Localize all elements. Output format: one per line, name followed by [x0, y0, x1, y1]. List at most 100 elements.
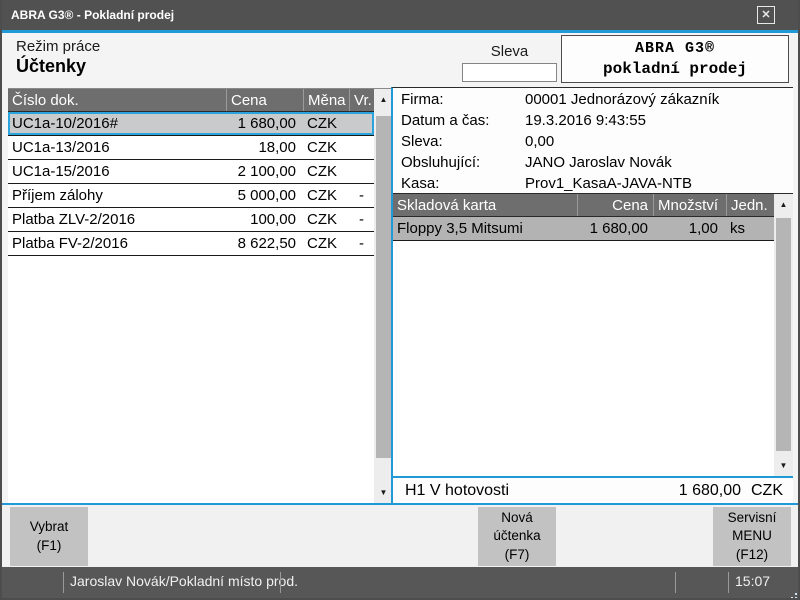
col-header-mena[interactable]: Měna	[303, 89, 349, 111]
kasa-label: Kasa:	[401, 173, 525, 194]
service-menu-button-label1: Servisní	[728, 509, 777, 527]
sleva-value: 0,00	[525, 131, 554, 152]
work-mode-block: Režim práce Účtenky	[16, 38, 100, 77]
col-header-mnozstvi[interactable]: Množství	[653, 194, 726, 216]
doc-currency-cell: CZK	[303, 136, 349, 159]
service-menu-button-label2: MENU	[732, 527, 772, 545]
total-currency: CZK	[741, 482, 793, 500]
item-row-selected[interactable]: Floppy 3,5 Mitsumi 1 680,00 1,00 ks	[393, 217, 774, 241]
main-area: Číslo dok. Cena Měna Vr. UC1a-10/2016# 1…	[2, 86, 798, 505]
items-table-header: Skladová karta Cena Množství Jedn.	[393, 194, 793, 217]
scrollbar-thumb[interactable]	[376, 116, 391, 458]
doc-currency-cell: CZK	[303, 184, 349, 207]
service-menu-button[interactable]: Servisní MENU (F12)	[713, 507, 791, 566]
new-receipt-button-label: Nová účtenka	[478, 509, 556, 545]
info-row-firma: Firma: 00001 Jednorázový zákazník	[401, 89, 793, 110]
doc-price-cell: 5 000,00	[226, 184, 303, 207]
doc-vr-cell	[349, 112, 374, 135]
info-row-kasa: Kasa: Prov1_KasaA-JAVA-NTB	[401, 173, 793, 194]
resize-grip-icon[interactable]	[791, 589, 793, 591]
discount-input[interactable]	[462, 63, 557, 82]
doc-currency-cell: CZK	[303, 208, 349, 231]
items-scrollbar[interactable]: ▲ ▼	[774, 194, 793, 476]
app-window: ABRA G3® - Pokladní prodej ✕ Režim práce…	[0, 0, 800, 600]
select-button-fkey: (F1)	[37, 537, 62, 555]
firma-value: 00001 Jednorázový zákazník	[525, 89, 719, 110]
doc-price-cell: 18,00	[226, 136, 303, 159]
new-receipt-button-fkey: (F7)	[505, 546, 530, 564]
status-user-workplace: Jaroslav Novák/Pokladní místo prod.	[70, 573, 298, 589]
col-header-jedn[interactable]: Jedn.	[726, 194, 774, 216]
doc-currency-cell: CZK	[303, 160, 349, 183]
select-button-label: Vybrat	[30, 518, 69, 536]
datum-label: Datum a čas:	[401, 110, 525, 131]
doc-vr-cell: -	[349, 232, 374, 255]
doc-currency-cell: CZK	[303, 232, 349, 255]
doc-price-cell: 2 100,00	[226, 160, 303, 183]
info-row-obsluhujici: Obsluhující: JANO Jaroslav Novák	[401, 152, 793, 173]
app-logo: ABRA G3® pokladní prodej	[561, 35, 789, 83]
table-row-selected[interactable]: UC1a-10/2016# 1 680,00 CZK	[8, 112, 374, 136]
table-row[interactable]: UC1a-15/2016 2 100,00 CZK	[8, 160, 374, 184]
doc-number-cell: Příjem zálohy	[8, 184, 226, 207]
total-amount: 1 680,00	[679, 482, 741, 500]
doc-number-cell: UC1a-15/2016	[8, 160, 226, 183]
table-row[interactable]: Platba FV-2/2016 8 622,50 CZK -	[8, 232, 374, 256]
col-header-cislo-dok[interactable]: Číslo dok.	[8, 89, 226, 111]
obsluhujici-value: JANO Jaroslav Novák	[525, 152, 672, 173]
doc-vr-cell: -	[349, 208, 374, 231]
title-bar: ABRA G3® - Pokladní prodej ✕	[2, 0, 798, 30]
header-area: Režim práce Účtenky Sleva ABRA G3® pokla…	[2, 33, 798, 86]
doc-number-cell: Platba ZLV-2/2016	[8, 208, 226, 231]
doc-price-cell: 100,00	[226, 208, 303, 231]
scrollbar-thumb[interactable]	[776, 218, 791, 451]
doc-vr-cell	[349, 136, 374, 159]
receipt-detail-panel: Firma: 00001 Jednorázový zákazník Datum …	[391, 87, 793, 503]
table-row[interactable]: Platba ZLV-2/2016 100,00 CZK -	[8, 208, 374, 232]
window-title: ABRA G3® - Pokladní prodej	[11, 8, 174, 22]
work-mode-label: Režim práce	[16, 38, 100, 55]
receipt-info-section: Firma: 00001 Jednorázový zákazník Datum …	[393, 88, 793, 193]
status-bar: Jaroslav Novák/Pokladní místo prod. 15:0…	[2, 567, 798, 598]
col-header-cena[interactable]: Cena	[226, 89, 303, 111]
new-receipt-button[interactable]: Nová účtenka (F7)	[478, 507, 556, 566]
doc-price-cell: 8 622,50	[226, 232, 303, 255]
close-icon[interactable]: ✕	[757, 6, 775, 24]
status-clock: 15:07	[735, 573, 770, 589]
discount-label: Sleva	[462, 43, 557, 60]
status-separator	[63, 572, 64, 593]
col-header-vr[interactable]: Vr.	[349, 89, 374, 111]
logo-line-2: pokladní prodej	[562, 60, 788, 78]
sleva-label: Sleva:	[401, 131, 525, 152]
table-row[interactable]: UC1a-13/2016 18,00 CZK	[8, 136, 374, 160]
payment-method-label: H1 V hotovosti	[393, 482, 679, 500]
doc-currency-cell: CZK	[303, 112, 349, 135]
doc-number-cell: UC1a-13/2016	[8, 136, 226, 159]
doc-price-cell: 1 680,00	[226, 112, 303, 135]
items-table: Skladová karta Cena Množství Jedn. Flopp…	[393, 193, 793, 476]
service-menu-button-fkey: (F12)	[736, 546, 768, 564]
documents-table-header: Číslo dok. Cena Měna Vr.	[8, 89, 393, 112]
datum-value: 19.3.2016 9:43:55	[525, 110, 646, 131]
doc-vr-cell: -	[349, 184, 374, 207]
col-header-cena[interactable]: Cena	[577, 194, 653, 216]
item-price-cell: 1 680,00	[577, 217, 653, 240]
status-separator	[280, 572, 281, 593]
item-qty-cell: 1,00	[653, 217, 726, 240]
status-separator	[675, 572, 676, 593]
doc-number-cell: UC1a-10/2016#	[8, 112, 226, 135]
doc-vr-cell	[349, 160, 374, 183]
info-row-sleva: Sleva: 0,00	[401, 131, 793, 152]
payment-total-row: H1 V hotovosti 1 680,00 CZK	[393, 476, 793, 503]
kasa-value: Prov1_KasaA-JAVA-NTB	[525, 173, 692, 194]
work-mode-value: Účtenky	[16, 56, 100, 77]
logo-line-1: ABRA G3®	[562, 40, 788, 57]
scroll-down-icon[interactable]: ▼	[774, 455, 793, 476]
table-row[interactable]: Příjem zálohy 5 000,00 CZK -	[8, 184, 374, 208]
scroll-up-icon[interactable]: ▲	[774, 194, 793, 215]
select-button[interactable]: Vybrat (F1)	[10, 507, 88, 566]
col-header-skladova-karta[interactable]: Skladová karta	[393, 194, 577, 216]
item-name-cell: Floppy 3,5 Mitsumi	[393, 217, 577, 240]
info-row-datum: Datum a čas: 19.3.2016 9:43:55	[401, 110, 793, 131]
firma-label: Firma:	[401, 89, 525, 110]
